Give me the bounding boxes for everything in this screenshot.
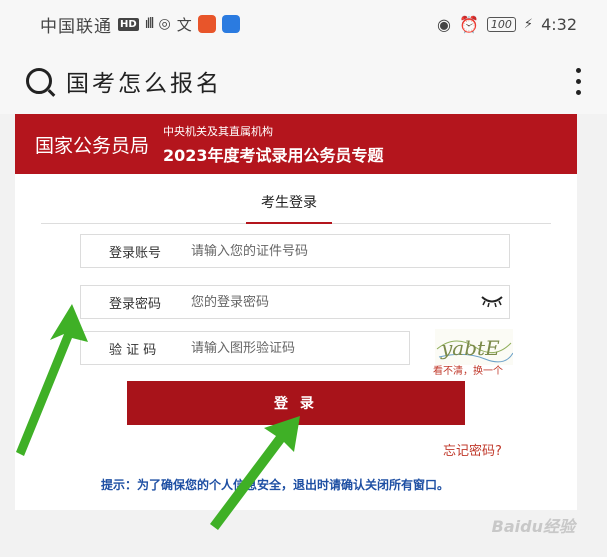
tab-login[interactable]: 考生登录: [246, 192, 332, 224]
banner-subtitle: 中央机关及其直属机构: [163, 124, 274, 138]
captcha-label: 验 证 码: [109, 342, 157, 358]
translate-icon: 文: [176, 15, 192, 34]
app-notification-icon: [197, 15, 216, 33]
captcha-text: yabtE: [440, 336, 500, 360]
account-label: 登录账号: [109, 245, 162, 261]
account-field[interactable]: 登录账号: [80, 234, 510, 268]
forgot-password-link[interactable]: 忘记密码?: [443, 440, 502, 459]
search-bar[interactable]: 国考怎么报名: [0, 48, 607, 114]
charging-icon: ⚡: [523, 16, 534, 32]
eye-closed-icon[interactable]: [475, 293, 509, 312]
captcha-field[interactable]: 验 证 码: [80, 331, 410, 365]
password-input[interactable]: [191, 294, 475, 310]
tab-bar: 考生登录: [41, 174, 551, 224]
eye-comfort-icon: ◉: [437, 14, 451, 34]
search-icon[interactable]: [26, 68, 52, 94]
watermark-logo: Baidu经验: [491, 517, 575, 536]
banner-title: 2023年度考试录用公务员专题: [163, 145, 384, 165]
screen: 中国联通 HD ıIll ◎ 文 ◉ ⏰ 100 ⚡ 4:32 国考怎么报名 国…: [0, 0, 607, 557]
search-query[interactable]: 国考怎么报名: [66, 64, 222, 98]
app-notification-icon-2: [221, 15, 240, 33]
page-banner: 国家公务员局 中央机关及其直属机构 2023年度考试录用公务员专题: [15, 114, 577, 174]
captcha-refresh-link[interactable]: 看不清，换一个: [433, 362, 503, 377]
hd-badge: HD: [118, 17, 139, 31]
clock: 4:32: [541, 14, 577, 34]
signal-icon: ıIll: [144, 16, 155, 32]
password-field[interactable]: 登录密码: [80, 285, 510, 319]
hotspot-icon: ◎: [158, 16, 171, 32]
carrier-name: 中国联通: [40, 16, 112, 37]
arrow-annotation-left: [16, 304, 88, 456]
arrow-annotation-bottom: [210, 416, 300, 530]
account-input[interactable]: [191, 243, 509, 259]
banner-org: 国家公务员局: [35, 134, 150, 157]
password-label: 登录密码: [109, 296, 162, 312]
more-menu-icon[interactable]: [576, 67, 581, 95]
captcha-image[interactable]: yabtE: [435, 329, 514, 365]
alarm-icon: ⏰: [459, 14, 479, 34]
status-bar: 中国联通 HD ıIll ◎ 文 ◉ ⏰ 100 ⚡ 4:32: [0, 0, 607, 48]
battery-icon: 100: [486, 16, 516, 32]
captcha-input[interactable]: [191, 340, 409, 356]
